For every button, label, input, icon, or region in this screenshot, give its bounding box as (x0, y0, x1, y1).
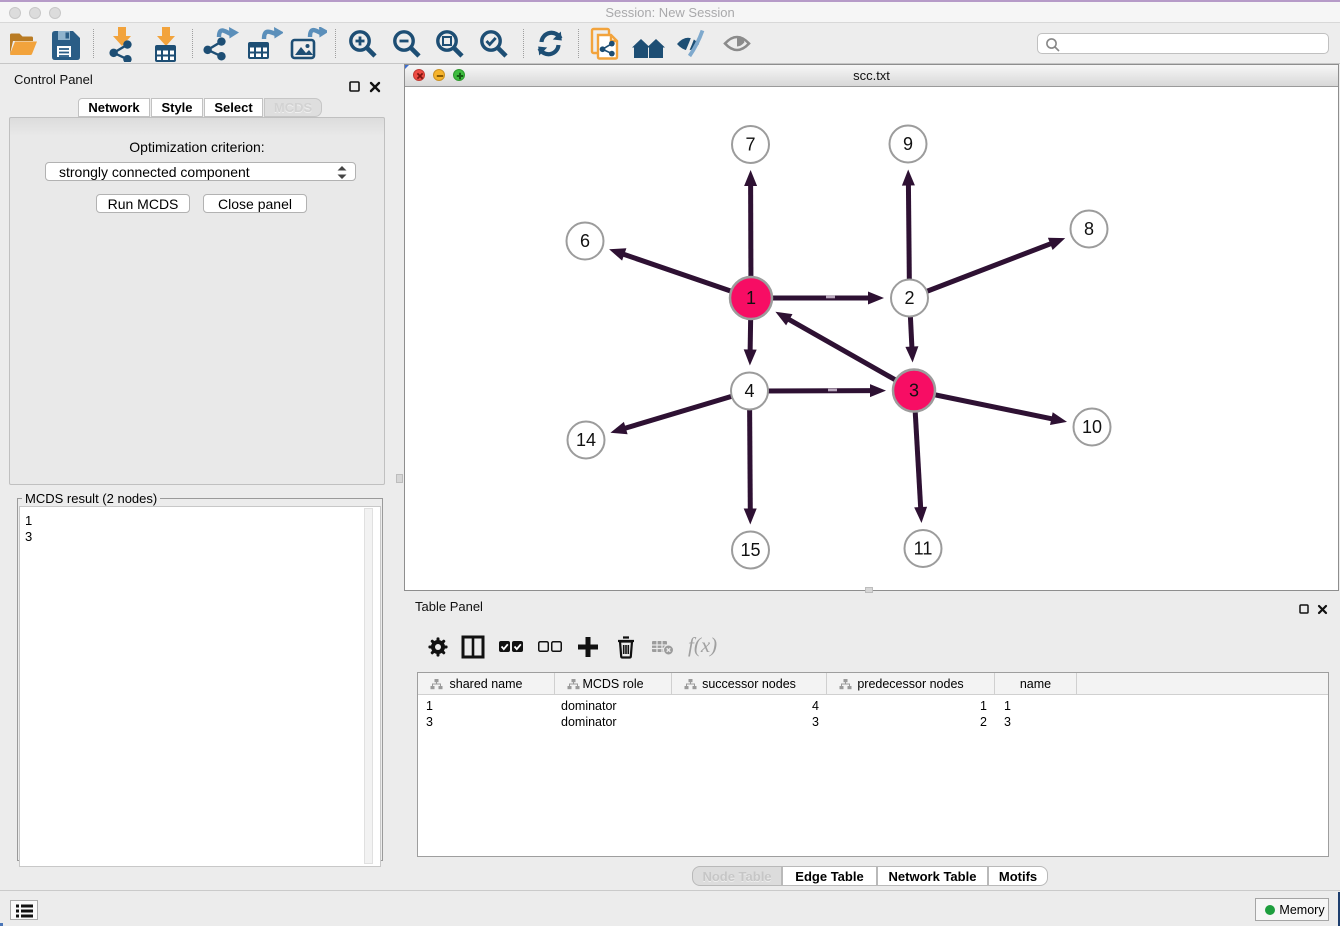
svg-text:3: 3 (909, 381, 919, 401)
svg-text:10: 10 (1082, 417, 1102, 437)
svg-text:1: 1 (746, 288, 756, 308)
svg-text:15: 15 (740, 540, 760, 560)
svg-text:8: 8 (1084, 219, 1094, 239)
svg-text:7: 7 (745, 135, 755, 155)
svg-text:11: 11 (914, 539, 933, 559)
svg-text:6: 6 (580, 231, 590, 251)
svg-text:14: 14 (576, 430, 596, 450)
svg-text:2: 2 (904, 288, 914, 308)
svg-text:9: 9 (903, 134, 913, 154)
svg-text:4: 4 (744, 381, 754, 401)
